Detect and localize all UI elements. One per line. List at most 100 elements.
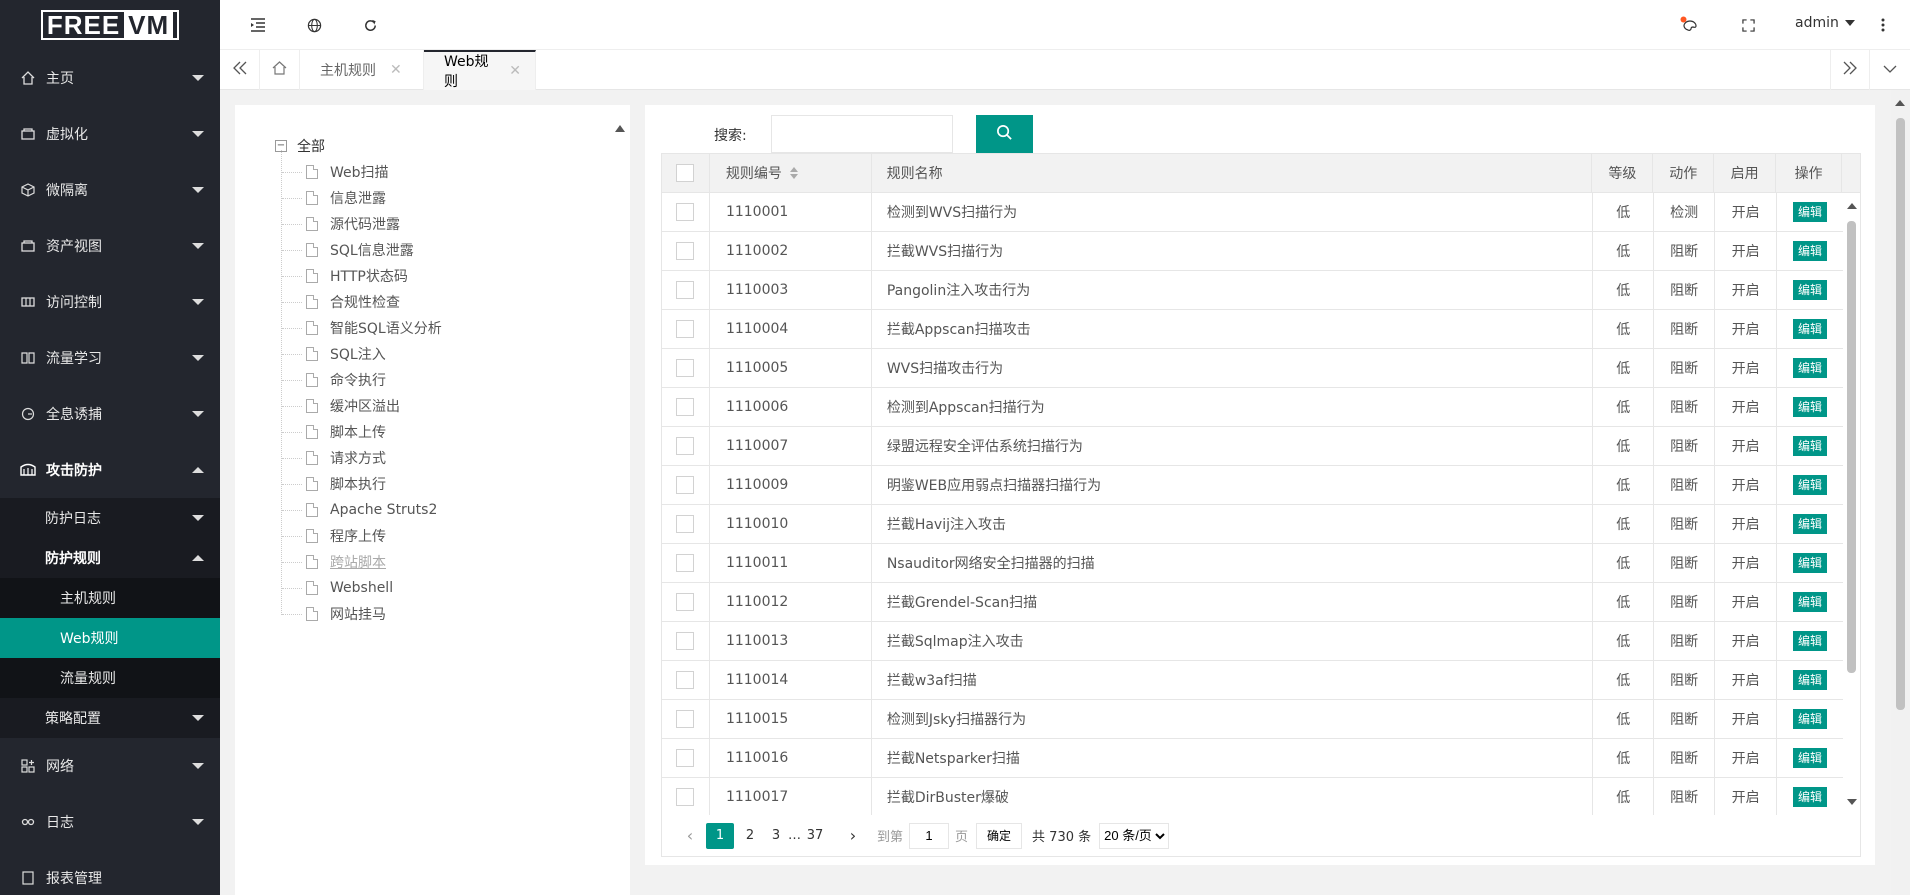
edit-button[interactable]: 编辑 (1793, 397, 1828, 417)
sidebar-item-asset-view[interactable]: 资产视图 (0, 218, 220, 274)
edit-button[interactable]: 编辑 (1793, 748, 1828, 768)
tree-node[interactable]: SQL信息泄露 (282, 238, 414, 262)
row-checkbox[interactable] (676, 320, 695, 338)
tree-node[interactable]: 网站挂马 (282, 602, 386, 626)
sidebar-item-attack-protection[interactable]: 攻击防护 (0, 442, 220, 498)
sidebar-item-protection-rules[interactable]: 防护规则 (0, 538, 220, 578)
refresh-icon[interactable] (360, 15, 380, 35)
table-row[interactable]: 1110017 拦截DirBuster爆破低阻断 开启 编辑 (662, 778, 1843, 815)
sidebar-item-micro-isolation[interactable]: 微隔离 (0, 162, 220, 218)
table-row[interactable]: 1110009 明鉴WEB应用弱点扫描器扫描行为低阻断 开启 编辑 (662, 466, 1843, 505)
scroll-up-icon[interactable] (1847, 203, 1857, 209)
page-scrollbar[interactable] (1891, 90, 1910, 895)
edit-button[interactable]: 编辑 (1793, 319, 1828, 339)
row-checkbox[interactable] (676, 632, 695, 650)
sidebar-item-virtualization[interactable]: 虚拟化 (0, 106, 220, 162)
tree-node[interactable]: 合规性检查 (282, 290, 400, 314)
sidebar-item-traffic-rules[interactable]: 流量规则 (0, 658, 220, 698)
goto-confirm-button[interactable]: 确定 (976, 822, 1023, 849)
row-checkbox[interactable] (676, 593, 695, 611)
tree-node[interactable]: 跨站脚本 (282, 550, 386, 574)
tree-node[interactable]: 脚本上传 (282, 420, 386, 444)
table-row[interactable]: 1110007 绿盟远程安全评估系统扫描行为低阻断 开启 编辑 (662, 427, 1843, 466)
row-checkbox[interactable] (676, 281, 695, 299)
sidebar-item-protection-log[interactable]: 防护日志 (0, 498, 220, 538)
tree-node[interactable]: HTTP状态码 (282, 264, 408, 288)
page-button-2[interactable]: 2 (736, 823, 764, 849)
user-menu[interactable]: admin (1795, 15, 1855, 31)
row-checkbox[interactable] (676, 359, 695, 377)
edit-button[interactable]: 编辑 (1793, 514, 1828, 534)
edit-button[interactable]: 编辑 (1793, 475, 1828, 495)
table-row[interactable]: 1110003 Pangolin注入攻击行为低阻断 开启 编辑 (662, 271, 1843, 310)
page-button-1[interactable]: 1 (706, 822, 734, 849)
edit-button[interactable]: 编辑 (1793, 787, 1828, 807)
close-icon[interactable]: ✕ (390, 62, 402, 78)
tree-node[interactable]: 信息泄露 (282, 186, 386, 210)
row-checkbox[interactable] (676, 554, 695, 572)
page-button-last[interactable]: 37 (801, 823, 829, 849)
edit-button[interactable]: 编辑 (1793, 553, 1828, 573)
sort-icon[interactable] (789, 167, 798, 179)
scroll-down-icon[interactable] (1847, 799, 1857, 805)
tree-root[interactable]: − 全部 (275, 136, 325, 156)
edit-button[interactable]: 编辑 (1793, 280, 1828, 300)
tab-home[interactable] (260, 50, 300, 90)
next-page-button[interactable]: › (839, 823, 867, 849)
tab-scroll-left-button[interactable] (220, 50, 260, 90)
close-icon[interactable]: ✕ (509, 63, 521, 79)
row-checkbox[interactable] (676, 398, 695, 416)
select-all-checkbox[interactable] (676, 164, 695, 182)
menu-toggle-icon[interactable] (248, 15, 268, 35)
sidebar-item-home[interactable]: 主页 (0, 50, 220, 106)
sidebar-item-policy-config[interactable]: 策略配置 (0, 698, 220, 738)
row-checkbox[interactable] (676, 242, 695, 260)
scroll-up-icon[interactable] (615, 125, 625, 132)
tree-node[interactable]: 缓冲区溢出 (282, 394, 400, 418)
tree-node[interactable]: 命令执行 (282, 368, 386, 392)
tree-node[interactable]: SQL注入 (282, 342, 386, 366)
sidebar-item-host-rules[interactable]: 主机规则 (0, 578, 220, 618)
page-button-3[interactable]: 3 (766, 823, 786, 849)
edit-button[interactable]: 编辑 (1793, 592, 1828, 612)
row-checkbox[interactable] (676, 203, 695, 221)
table-row[interactable]: 1110012 拦截Grendel-Scan扫描低阻断 开启 编辑 (662, 583, 1843, 622)
theme-palette-icon[interactable] (1680, 15, 1700, 35)
row-checkbox[interactable] (676, 515, 695, 533)
table-row[interactable]: 1110015 检测到Jsky扫描器行为低阻断 开启 编辑 (662, 700, 1843, 739)
fullscreen-icon[interactable] (1738, 15, 1758, 35)
row-checkbox[interactable] (676, 749, 695, 767)
tree-node[interactable]: 智能SQL语义分析 (282, 316, 442, 340)
table-row[interactable]: 1110002 拦截WVS扫描行为低阻断 开启 编辑 (662, 232, 1843, 271)
table-row[interactable]: 1110014 拦截w3af扫描低阻断 开启 编辑 (662, 661, 1843, 700)
edit-button[interactable]: 编辑 (1793, 709, 1828, 729)
sidebar-item-traffic-learning[interactable]: 流量学习 (0, 330, 220, 386)
table-row[interactable]: 1110006 检测到Appscan扫描行为低阻断 开启 编辑 (662, 388, 1843, 427)
sidebar-item-logs[interactable]: 日志 (0, 794, 220, 850)
row-checkbox[interactable] (676, 437, 695, 455)
row-checkbox[interactable] (676, 671, 695, 689)
tab-options-button[interactable] (1870, 50, 1910, 90)
tab-scroll-right-button[interactable] (1830, 50, 1870, 90)
table-row[interactable]: 1110010 拦截Havij注入攻击低阻断 开启 编辑 (662, 505, 1843, 544)
scrollbar-thumb[interactable] (1847, 221, 1856, 673)
edit-button[interactable]: 编辑 (1793, 670, 1828, 690)
globe-icon[interactable] (304, 15, 324, 35)
table-row[interactable]: 1110005 WVS扫描攻击行为低阻断 开启 编辑 (662, 349, 1843, 388)
edit-button[interactable]: 编辑 (1793, 202, 1828, 222)
more-vertical-icon[interactable] (1873, 15, 1893, 35)
tree-node[interactable]: Apache Struts2 (282, 498, 437, 522)
search-button[interactable] (976, 115, 1033, 153)
page-size-select[interactable]: 20 条/页 (1099, 822, 1170, 849)
tab-web-rules[interactable]: Web规则 ✕ (424, 50, 536, 90)
tree-node[interactable]: Webshell (282, 576, 393, 600)
row-checkbox[interactable] (676, 710, 695, 728)
table-row[interactable]: 1110016 拦截Netsparker扫描低阻断 开启 编辑 (662, 739, 1843, 778)
table-row[interactable]: 1110004 拦截Appscan扫描攻击低阻断 开启 编辑 (662, 310, 1843, 349)
edit-button[interactable]: 编辑 (1793, 358, 1828, 378)
sidebar-item-network[interactable]: 网络 (0, 738, 220, 794)
edit-button[interactable]: 编辑 (1793, 436, 1828, 456)
sidebar-item-honeypot[interactable]: 全息诱捕 (0, 386, 220, 442)
sidebar-item-access-control[interactable]: 访问控制 (0, 274, 220, 330)
tree-node[interactable]: 程序上传 (282, 524, 386, 548)
